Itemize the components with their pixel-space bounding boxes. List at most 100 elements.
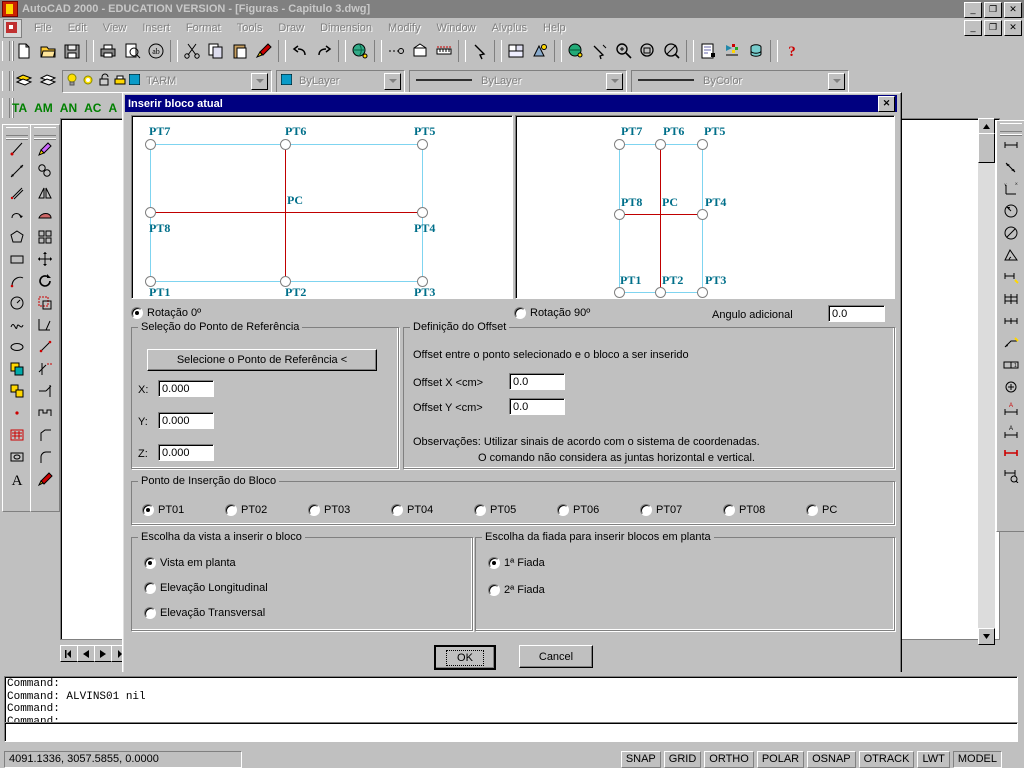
select-reference-point-button[interactable]: Selecione o Ponto de Referência <	[147, 349, 377, 371]
polygon-icon[interactable]	[6, 226, 28, 248]
status-toggle-otrack[interactable]: OTRACK	[858, 750, 915, 768]
mdi-minimize-button[interactable]: _	[964, 20, 982, 36]
match-properties-icon[interactable]	[252, 40, 276, 62]
radio-insertion-pt05[interactable]: PT05	[474, 504, 516, 516]
radio-course-1[interactable]: 1ª Fiada	[488, 557, 545, 569]
lengthen-icon[interactable]	[34, 336, 56, 358]
radio-view-transversal[interactable]: Elevação Transversal	[144, 607, 265, 619]
coordinate-display[interactable]: 4091.1336, 3057.5855, 0.0000	[4, 750, 242, 768]
sun-freeze-icon[interactable]	[81, 72, 95, 91]
radio-insertion-pt02[interactable]: PT02	[225, 504, 267, 516]
dbconnect-icon[interactable]	[744, 40, 768, 62]
mdi-restore-button[interactable]: ❐	[984, 20, 1002, 36]
mirror-icon[interactable]	[34, 182, 56, 204]
toolbar-grip[interactable]	[2, 98, 10, 118]
continue-dimension-icon[interactable]	[1000, 288, 1022, 310]
dialog-titlebar[interactable]: Inserir bloco atual ✕	[125, 95, 897, 112]
lineweight-combo[interactable]: ByColor	[699, 71, 847, 91]
toolbar-grip[interactable]	[34, 127, 56, 136]
dimension-style-icon[interactable]	[1000, 464, 1022, 486]
chevron-down-icon[interactable]	[606, 72, 623, 90]
chevron-down-icon[interactable]	[251, 72, 268, 90]
z-input[interactable]: 0.000	[158, 444, 214, 461]
ok-button[interactable]: OK	[434, 645, 496, 670]
close-button[interactable]: ✕	[1004, 2, 1022, 18]
preview-node-pt8[interactable]	[145, 207, 156, 218]
radio-rotation-90[interactable]: Rotação 90º	[514, 307, 590, 319]
preview-node-pt3[interactable]	[697, 287, 708, 298]
menu-view[interactable]: View	[95, 20, 135, 36]
mdi-close-button[interactable]: ✕	[1004, 20, 1022, 36]
offset-x-input[interactable]: 0.0	[509, 373, 565, 390]
region-icon[interactable]	[6, 446, 28, 468]
spline-icon[interactable]	[6, 314, 28, 336]
open-folder-icon[interactable]	[36, 40, 60, 62]
offset-icon[interactable]	[34, 204, 56, 226]
polyline-icon[interactable]	[6, 182, 28, 204]
preview-node-pt5[interactable]	[417, 139, 428, 150]
ordinate-dimension-icon[interactable]: YX	[1000, 178, 1022, 200]
preview-node-pt6[interactable]	[280, 139, 291, 150]
toolbar-grip[interactable]	[2, 71, 10, 91]
radio-insertion-pc[interactable]: PC	[806, 504, 837, 516]
ellipse-icon[interactable]	[6, 336, 28, 358]
radio-insertion-pt03[interactable]: PT03	[308, 504, 350, 516]
command-input[interactable]	[4, 722, 1018, 742]
trim-icon[interactable]	[34, 358, 56, 380]
insert-block-icon[interactable]	[6, 380, 28, 402]
preview-node-pt8[interactable]	[614, 209, 625, 220]
measure-icon[interactable]	[432, 40, 456, 62]
custom-toolbar-item-an[interactable]: AN	[60, 101, 77, 115]
print-icon[interactable]	[96, 40, 120, 62]
move-icon[interactable]	[34, 248, 56, 270]
lightbulb-on-icon[interactable]	[65, 72, 79, 91]
plot-printer-icon[interactable]	[113, 72, 127, 91]
color-control[interactable]: ByLayer	[276, 69, 405, 93]
cut-scissors-icon[interactable]	[180, 40, 204, 62]
custom-toolbar-item-ac[interactable]: AC	[84, 101, 101, 115]
fillet-icon[interactable]	[34, 446, 56, 468]
status-toggle-osnap[interactable]: OSNAP	[807, 750, 856, 768]
spellcheck-icon[interactable]: ab	[144, 40, 168, 62]
arc-icon[interactable]	[6, 270, 28, 292]
menu-file[interactable]: File	[26, 20, 60, 36]
hyperlink-globe-icon[interactable]	[348, 40, 372, 62]
explode-icon[interactable]	[34, 468, 56, 490]
radio-insertion-pt07[interactable]: PT07	[640, 504, 682, 516]
radio-view-longitudinal[interactable]: Elevação Longitudinal	[144, 582, 268, 594]
hatch-icon[interactable]	[6, 424, 28, 446]
minimize-button[interactable]: _	[964, 2, 982, 18]
chevron-down-icon[interactable]	[828, 72, 845, 90]
save-disk-icon[interactable]	[60, 40, 84, 62]
make-object-layer-icon[interactable]	[12, 70, 36, 92]
lineweight-control[interactable]: ByColor	[631, 69, 849, 93]
color-combo[interactable]: ByLayer	[295, 71, 403, 91]
scroll-down-button[interactable]	[978, 628, 995, 645]
dimension-text-edit-icon[interactable]: A	[1000, 420, 1022, 442]
preview-node-pt1[interactable]	[614, 287, 625, 298]
redo-icon[interactable]	[312, 40, 336, 62]
center-mark-icon[interactable]	[1000, 376, 1022, 398]
additional-angle-input[interactable]: 0.0	[828, 305, 885, 322]
leader-icon[interactable]	[1000, 332, 1022, 354]
layout-next-button[interactable]	[94, 645, 112, 662]
radio-insertion-pt08[interactable]: PT08	[723, 504, 765, 516]
angular-dimension-icon[interactable]	[1000, 244, 1022, 266]
ucs-icon[interactable]	[564, 40, 588, 62]
construction-line-icon[interactable]	[6, 160, 28, 182]
chamfer-icon[interactable]	[34, 424, 56, 446]
custom-toolbar-item-am[interactable]: AM	[34, 101, 53, 115]
properties-icon[interactable]	[696, 40, 720, 62]
preview-node-pt5[interactable]	[697, 139, 708, 150]
3dorbit-icon[interactable]	[588, 40, 612, 62]
designcenter-icon[interactable]	[720, 40, 744, 62]
zoom-previous-icon[interactable]	[636, 40, 660, 62]
radio-insertion-pt04[interactable]: PT04	[391, 504, 433, 516]
block-insert-icon[interactable]	[408, 40, 432, 62]
menu-draw[interactable]: Draw	[270, 20, 312, 36]
multiline-text-icon[interactable]: A	[6, 468, 28, 490]
x-input[interactable]: 0.000	[158, 380, 214, 397]
dimension-edit-icon[interactable]: A	[1000, 398, 1022, 420]
diameter-dimension-icon[interactable]	[1000, 222, 1022, 244]
custom-toolbar-item-a[interactable]: A	[108, 101, 117, 115]
